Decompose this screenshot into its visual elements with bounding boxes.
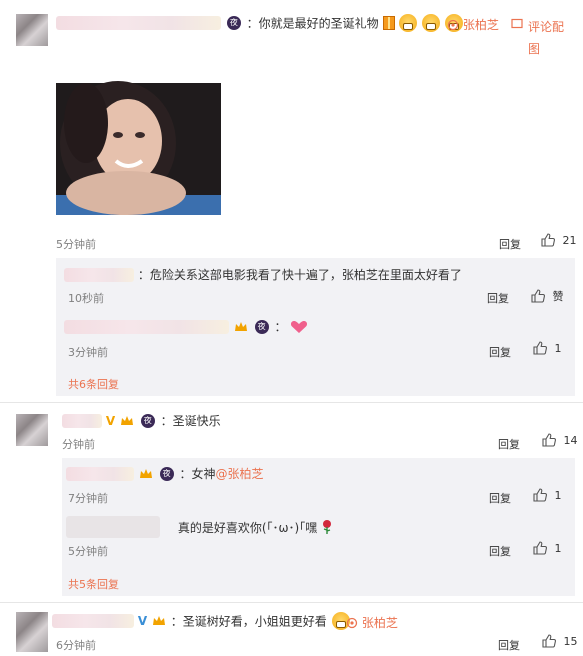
reply-item: 夜 ：女神@张柏芝 [66, 465, 264, 482]
comment-time: 6分钟前 [56, 639, 96, 652]
reply-button[interactable]: 回复 [498, 637, 520, 653]
comment-header: 夜 ：你就是最好的圣诞礼物 [56, 14, 463, 32]
like-icon [533, 341, 547, 355]
reply-text: ： [274, 320, 287, 334]
crown-icon [139, 468, 152, 478]
like-icon [541, 233, 555, 247]
like-icon [531, 289, 545, 303]
repost-link[interactable]: 张柏芝 [447, 16, 499, 33]
like-icon [533, 488, 547, 502]
comment-time: 5分钟前 [56, 238, 96, 251]
crown-icon [152, 616, 165, 625]
like-count: 1 [554, 488, 562, 502]
like-button[interactable]: 1 [533, 341, 562, 355]
avatar[interactable] [16, 612, 48, 652]
more-replies-link[interactable]: 共6条回复 [68, 376, 119, 392]
like-count: 15 [563, 634, 578, 648]
reply-item: 夜 ： [64, 318, 308, 335]
repost-label: 张柏芝 [361, 616, 398, 630]
gift-icon [382, 16, 395, 30]
crown-icon [120, 415, 133, 425]
reply-text: ：女神 [179, 467, 216, 481]
username-blurred[interactable] [66, 466, 134, 481]
comment-time: 分钟前 [62, 438, 95, 451]
like-count: 1 [554, 341, 562, 355]
comment-text: ：圣诞树好看，小姐姐更好看 [170, 614, 327, 629]
like-count: 赞 [552, 290, 564, 303]
vip-badge: V [137, 614, 148, 628]
photo-image [56, 81, 221, 230]
comment-photo[interactable] [56, 63, 221, 230]
badge-icon: 夜 [254, 319, 269, 334]
username-blurred[interactable] [66, 516, 160, 538]
username-blurred[interactable] [64, 267, 134, 282]
like-icon [542, 433, 556, 447]
emoji-grin-icon [399, 14, 418, 32]
avatar[interactable] [16, 414, 48, 446]
username-blurred[interactable] [62, 413, 102, 428]
like-button[interactable]: 14 [542, 433, 578, 447]
like-button[interactable]: 赞 [531, 288, 564, 304]
repost-icon [346, 617, 358, 628]
reply-text: ：危险关系这部电影我看了快十遍了，张柏芝在里面太好看了 [137, 268, 462, 282]
like-button[interactable]: 21 [541, 233, 577, 247]
username-blurred[interactable] [52, 614, 134, 628]
comment-text: ：你就是最好的圣诞礼物 [246, 16, 379, 31]
heart-icon [291, 320, 308, 333]
comment-header: V ：圣诞树好看，小姐姐更好看 [52, 612, 350, 630]
like-button[interactable]: 1 [533, 488, 562, 502]
username-blurred[interactable] [64, 319, 229, 334]
comment-text: ：圣诞快乐 [160, 414, 221, 428]
like-button[interactable]: 15 [542, 634, 578, 648]
badge-icon: 夜 [159, 466, 174, 481]
like-icon [542, 634, 556, 648]
emoji-grin-icon [422, 14, 441, 32]
avatar[interactable] [16, 14, 48, 46]
rose-icon [323, 520, 332, 534]
reply-item: ：危险关系这部电影我看了快十遍了，张柏芝在里面太好看了 [64, 266, 462, 283]
reply-button[interactable]: 回复 [489, 490, 511, 506]
repost-link[interactable]: 张柏芝 [346, 614, 398, 631]
like-button[interactable]: 1 [533, 541, 562, 555]
reply-button[interactable]: 回复 [499, 236, 521, 252]
mention-link[interactable]: @张柏芝 [216, 467, 264, 481]
reply-button[interactable]: 回复 [487, 290, 509, 306]
like-count: 21 [562, 233, 577, 247]
reply-button[interactable]: 回复 [498, 436, 520, 452]
reply-time: 7分钟前 [68, 492, 108, 505]
more-replies-link[interactable]: 共5条回复 [68, 576, 119, 592]
reply-time: 3分钟前 [68, 346, 108, 359]
comment-with-image-label[interactable]: 评论配图 [512, 16, 568, 60]
divider [0, 602, 583, 603]
crown-icon [234, 321, 247, 331]
reply-text: 真的是好喜欢你(｢･ω･)｢嘿 [177, 520, 318, 535]
like-icon [533, 541, 547, 555]
comment-header: V 夜 ：圣诞快乐 [62, 412, 221, 429]
reply-time: 5分钟前 [68, 545, 108, 558]
reply-time: 10秒前 [68, 292, 104, 305]
reply-item: 真的是好喜欢你(｢･ω･)｢嘿 [66, 516, 333, 538]
like-count: 14 [563, 433, 578, 447]
divider [0, 402, 583, 403]
badge-icon: 夜 [226, 16, 241, 30]
repost-label: 张柏芝 [462, 18, 499, 32]
badge-icon: 夜 [140, 413, 155, 428]
reply-button[interactable]: 回复 [489, 344, 511, 360]
username-blurred[interactable] [56, 16, 221, 30]
reply-button[interactable]: 回复 [489, 543, 511, 559]
like-count: 1 [554, 541, 562, 555]
repost-icon [447, 19, 459, 30]
vip-badge: V [105, 413, 116, 428]
